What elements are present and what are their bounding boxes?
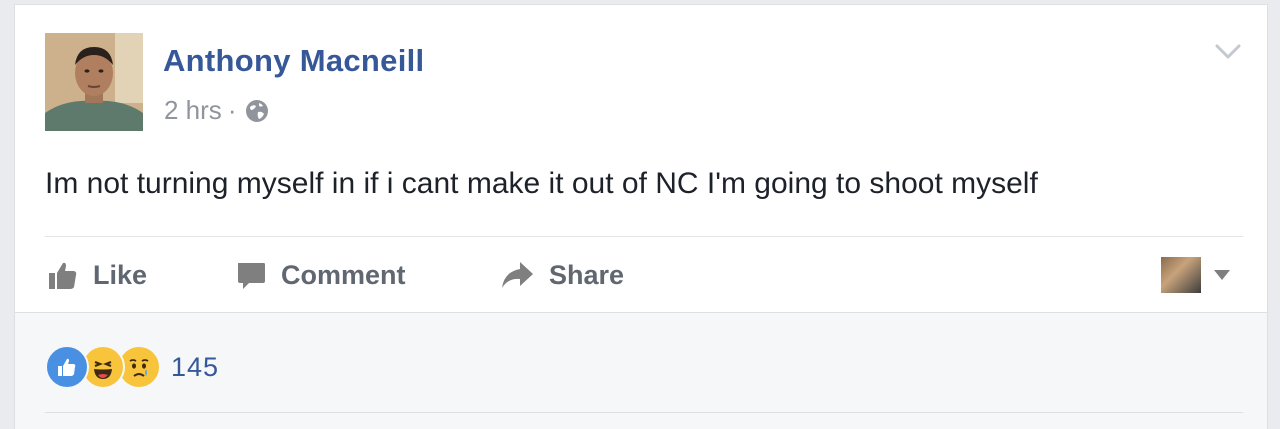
like-reaction-icon xyxy=(45,345,89,389)
avatar[interactable] xyxy=(45,33,143,131)
reactions-summary[interactable]: 145 xyxy=(45,345,219,389)
like-button[interactable]: Like xyxy=(47,255,147,295)
globe-icon[interactable] xyxy=(244,98,270,124)
comment-icon xyxy=(238,263,265,289)
meta-separator: · xyxy=(227,95,237,125)
post-card: Anthony Macneill 2 hrs · Im not turning … xyxy=(14,4,1268,429)
share-button[interactable]: Share xyxy=(499,255,624,295)
reaction-count[interactable]: 145 xyxy=(171,352,219,383)
post-meta: 2 hrs · xyxy=(164,95,270,126)
comment-button[interactable]: Comment xyxy=(235,255,406,295)
caret-down-icon xyxy=(1214,270,1230,280)
share-arrow-icon xyxy=(502,262,533,288)
page-avatar-icon xyxy=(1161,257,1201,293)
post-as-selector[interactable] xyxy=(1161,255,1231,295)
comment-label: Comment xyxy=(281,259,406,290)
divider xyxy=(45,236,1243,237)
profile-photo xyxy=(45,33,143,131)
post-timestamp[interactable]: 2 hrs xyxy=(164,95,222,126)
reactions-footer: 145 xyxy=(15,312,1267,429)
post-text: Im not turning myself in if i cant make … xyxy=(45,167,1038,200)
share-label: Share xyxy=(549,259,625,290)
author-name[interactable]: Anthony Macneill xyxy=(163,43,424,79)
divider xyxy=(45,412,1243,413)
post-options-chevron-icon[interactable] xyxy=(1213,41,1243,63)
like-label: Like xyxy=(93,259,148,290)
thumbs-up-icon xyxy=(49,262,77,289)
